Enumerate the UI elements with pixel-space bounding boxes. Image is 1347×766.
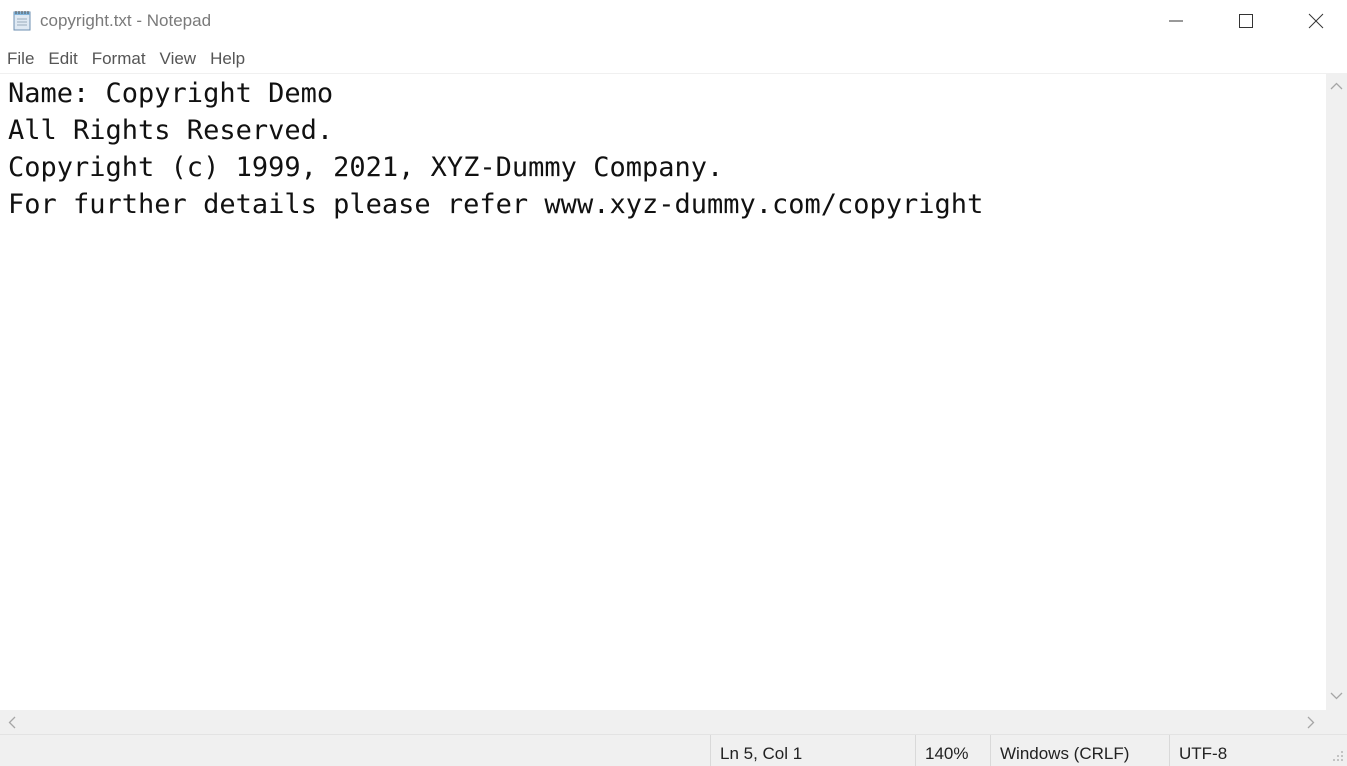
window-title: copyright.txt - Notepad — [40, 11, 212, 30]
status-zoom: 140% — [915, 735, 990, 766]
title-bar[interactable]: copyright.txt - Notepad — [0, 0, 1347, 42]
close-button[interactable] — [1281, 0, 1347, 42]
status-line-ending: Windows (CRLF) — [990, 735, 1169, 766]
chevron-up-icon[interactable] — [1329, 79, 1344, 94]
vertical-scrollbar[interactable] — [1326, 73, 1347, 710]
horizontal-scrollbar[interactable] — [0, 710, 1326, 734]
chevron-down-icon[interactable] — [1329, 688, 1344, 703]
notepad-window: copyright.txt - Notepad File Edit Format… — [0, 0, 1347, 766]
menu-format[interactable]: Format — [85, 46, 153, 72]
maximize-icon — [1239, 14, 1253, 28]
text-line[interactable]: Copyright (c) 1999, 2021, XYZ-Dummy Comp… — [0, 149, 1326, 186]
minimize-icon — [1169, 20, 1183, 22]
menu-help[interactable]: Help — [203, 46, 252, 72]
scrollbar-corner — [1326, 710, 1347, 734]
status-bar: Ln 5, Col 1 140% Windows (CRLF) UTF-8 — [0, 734, 1347, 766]
notepad-icon — [13, 11, 31, 31]
text-line[interactable]: Name: Copyright Demo — [0, 75, 1326, 112]
menu-edit[interactable]: Edit — [41, 46, 84, 72]
minimize-button[interactable] — [1141, 0, 1211, 42]
menu-file[interactable]: File — [0, 46, 41, 72]
maximize-button[interactable] — [1211, 0, 1281, 42]
menu-view[interactable]: View — [153, 46, 204, 72]
text-editor[interactable]: Name: Copyright Demo All Rights Reserved… — [0, 73, 1326, 711]
resize-grip-icon[interactable] — [1332, 750, 1344, 762]
status-encoding: UTF-8 — [1169, 735, 1339, 766]
menu-bar: File Edit Format View Help — [0, 46, 252, 72]
text-line[interactable]: For further details please refer www.xyz… — [0, 186, 1326, 223]
chevron-left-icon[interactable] — [5, 715, 20, 730]
close-icon — [1308, 13, 1324, 29]
chevron-right-icon[interactable] — [1303, 715, 1318, 730]
status-cursor-position: Ln 5, Col 1 — [710, 735, 915, 766]
text-line[interactable]: All Rights Reserved. — [0, 112, 1326, 149]
